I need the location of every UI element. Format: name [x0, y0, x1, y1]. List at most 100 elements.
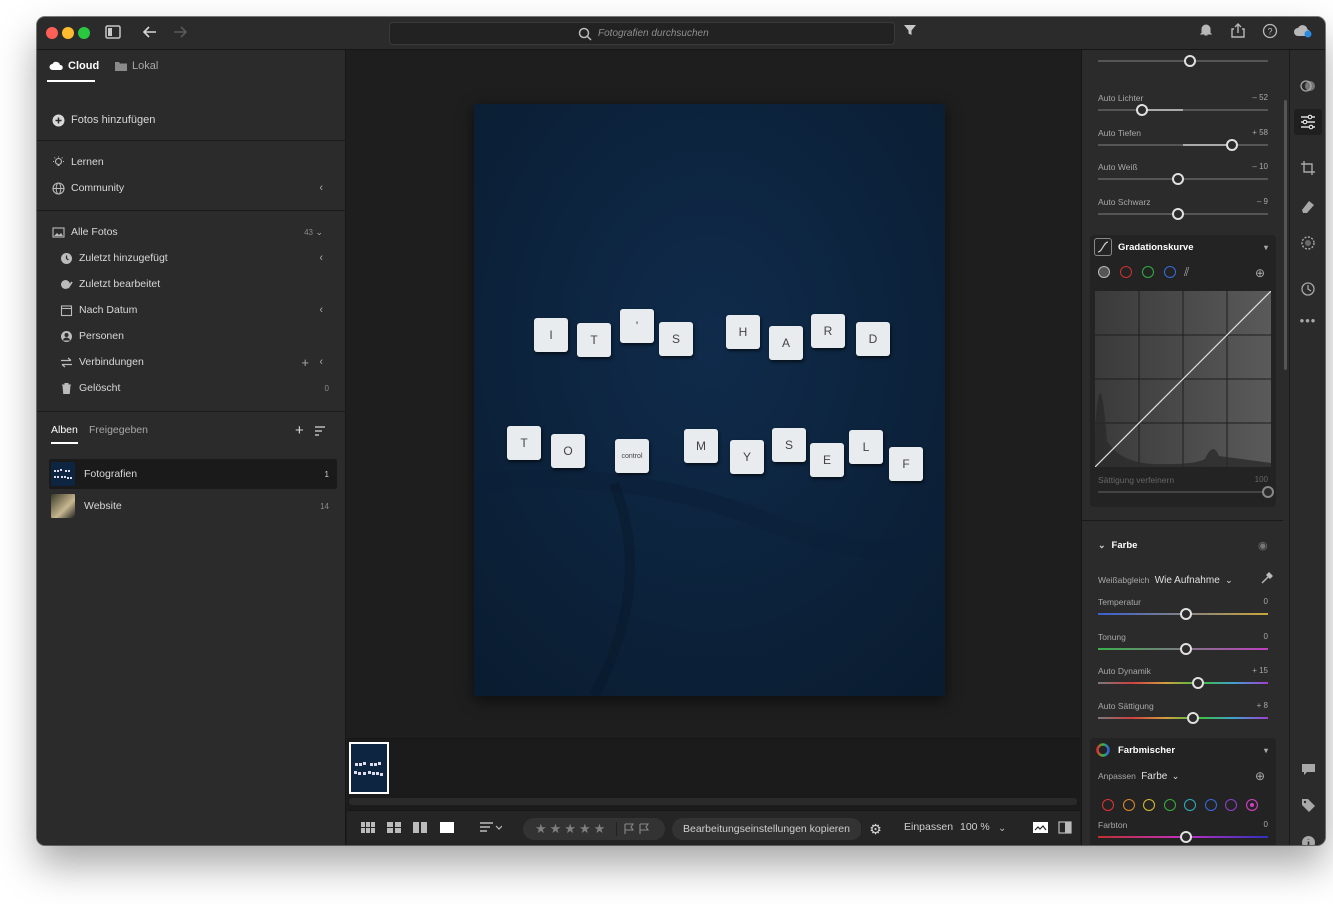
comments-icon[interactable] — [1299, 762, 1317, 780]
rating-stars[interactable]: ★★★★★ — [535, 821, 608, 837]
tab-lokal[interactable]: Lokal — [115, 60, 158, 72]
help-icon[interactable]: ? — [1260, 23, 1280, 43]
top-partial-slider[interactable] — [1098, 50, 1268, 68]
adjustment-slider[interactable]: Auto Weiß – 10 — [1098, 162, 1268, 186]
visibility-eye-icon[interactable]: ◉ — [1258, 539, 1268, 552]
minimize-window-button[interactable] — [62, 27, 74, 39]
white-balance-dropdown[interactable]: Wie Aufnahme — [1155, 575, 1220, 586]
keyword-tag-icon[interactable] — [1299, 798, 1317, 816]
star-rating[interactable]: ★★★★★ — [523, 818, 665, 840]
more-options-icon[interactable]: ••• — [1299, 312, 1317, 330]
filter-icon[interactable] — [900, 23, 920, 43]
adjustment-slider[interactable]: Auto Dynamik + 15 — [1098, 666, 1268, 690]
chevron-down-icon[interactable]: ⌄ — [1225, 575, 1233, 585]
tab-albums[interactable]: Alben — [51, 424, 78, 436]
color-swatch[interactable] — [1143, 799, 1155, 811]
sidebar-item-all-photos[interactable]: Alle Fotos 43 ⌄ — [51, 222, 335, 242]
copy-settings-gear-icon[interactable]: ⚙ — [861, 818, 889, 840]
forward-arrow-icon[interactable] — [170, 23, 190, 43]
sort-albums-icon[interactable] — [314, 425, 327, 440]
search-input[interactable] — [598, 25, 878, 42]
adjustment-slider[interactable]: Tonung 0 — [1098, 632, 1268, 656]
add-photos-button[interactable]: Fotos hinzufügen — [51, 110, 335, 130]
color-swatch[interactable] — [1184, 799, 1196, 811]
target-adjust-icon[interactable]: ⊕ — [1255, 266, 1265, 280]
slider-knob[interactable] — [1171, 173, 1184, 185]
color-section-header[interactable]: ⌄ Farbe — [1098, 540, 1137, 551]
adjustment-slider[interactable]: Auto Lichter – 52 — [1098, 93, 1268, 117]
tab-shared[interactable]: Freigegeben — [89, 424, 148, 436]
split-view-icon[interactable] — [1058, 821, 1073, 836]
panel-menu-caret-icon[interactable]: ▾ — [1264, 746, 1268, 755]
color-swatch[interactable] — [1102, 799, 1114, 811]
blue-channel-icon[interactable] — [1164, 266, 1176, 278]
chevron-left-icon[interactable]: ‹ — [319, 182, 323, 194]
color-swatch[interactable] — [1122, 799, 1135, 811]
scrollbar-thumb[interactable] — [1284, 100, 1287, 370]
tab-cloud[interactable]: Cloud — [49, 60, 99, 72]
chevron-left-icon[interactable]: ‹ — [319, 304, 323, 316]
before-after-toggle-icon[interactable] — [1033, 821, 1049, 836]
crop-icon[interactable] — [1299, 160, 1317, 178]
album-item-website[interactable]: Website 14 — [49, 491, 337, 521]
sidebar-item-by-date[interactable]: Nach Datum ‹ — [59, 300, 335, 320]
tone-curve-graph[interactable] — [1095, 291, 1271, 467]
photo-preview[interactable]: I T ' S H A R D T O control M Y S E L F — [474, 104, 945, 696]
color-mixer-header[interactable]: Farbmischer ▾ — [1090, 738, 1276, 762]
chevron-left-icon[interactable]: ‹ — [319, 356, 323, 368]
filmstrip-scrollbar[interactable] — [349, 798, 1077, 805]
grid-large-view-icon[interactable] — [387, 821, 402, 836]
slider-knob[interactable] — [1183, 55, 1196, 67]
sidebar-item-people[interactable]: Personen — [59, 326, 335, 346]
slider-knob[interactable] — [1180, 642, 1193, 655]
color-swatch[interactable] — [1245, 799, 1258, 811]
presets-icon[interactable] — [1299, 78, 1317, 96]
slider-knob[interactable] — [1187, 711, 1200, 724]
sidebar-item-connections[interactable]: Verbindungen + ‹ — [59, 352, 335, 372]
detail-view-icon[interactable] — [440, 821, 455, 836]
filmstrip-thumbnail[interactable] — [349, 742, 389, 794]
chevron-down-icon[interactable]: ⌄ — [315, 227, 323, 238]
panel-menu-caret-icon[interactable]: ▾ — [1264, 243, 1268, 252]
chevron-left-icon[interactable]: ‹ — [319, 252, 323, 264]
back-arrow-icon[interactable] — [140, 23, 160, 43]
slider-track[interactable] — [1098, 682, 1268, 684]
cloud-sync-icon[interactable] — [1293, 23, 1313, 43]
sidebar-item-recently-added[interactable]: Zuletzt hinzugefügt ‹ — [59, 248, 335, 268]
healing-eraser-icon[interactable] — [1299, 198, 1317, 216]
notifications-bell-icon[interactable] — [1196, 23, 1216, 43]
slider-track[interactable] — [1098, 109, 1268, 111]
sidebar-item-recently-edited[interactable]: Zuletzt bearbeitet — [59, 274, 335, 294]
adjustment-slider[interactable]: Auto Sättigung + 8 — [1098, 701, 1268, 725]
color-swatch[interactable] — [1204, 799, 1217, 811]
add-album-plus-icon[interactable]: + — [295, 422, 304, 439]
zoom-window-button[interactable] — [78, 27, 90, 39]
fit-label[interactable]: Einpassen — [904, 821, 953, 833]
search-box[interactable] — [389, 22, 895, 45]
close-window-button[interactable] — [46, 27, 58, 39]
info-icon[interactable] — [1299, 835, 1317, 845]
adjust-dropdown[interactable]: Farbe — [1141, 771, 1167, 782]
green-channel-icon[interactable] — [1142, 266, 1154, 278]
copy-edit-settings-button[interactable]: Bearbeitungseinstellungen kopieren — [672, 818, 862, 840]
adjustment-slider[interactable]: Auto Tiefen + 58 — [1098, 128, 1268, 152]
slider-knob[interactable] — [1136, 104, 1149, 116]
chevron-down-icon[interactable]: ⌄ — [1172, 771, 1180, 781]
zoom-chevron-down-icon[interactable]: ⌄ — [998, 821, 1006, 836]
rgb-channel-icon[interactable] — [1098, 266, 1110, 278]
zoom-level[interactable]: 100 % — [960, 821, 990, 833]
masking-icon[interactable] — [1299, 235, 1317, 253]
adjustment-slider[interactable]: Temperatur 0 — [1098, 597, 1268, 621]
eyedropper-icon[interactable] — [1260, 572, 1273, 588]
target-adjust-icon[interactable]: ⊕ — [1255, 769, 1265, 783]
edit-sliders-icon[interactable] — [1294, 109, 1322, 135]
slider-knob[interactable] — [1180, 608, 1193, 620]
slider-track[interactable] — [1098, 716, 1268, 719]
color-swatch[interactable] — [1163, 799, 1176, 811]
slider-knob[interactable] — [1262, 486, 1274, 498]
flag-icons[interactable] — [623, 823, 653, 835]
sidebar-item-community[interactable]: Community ‹ — [51, 178, 335, 198]
sort-icon[interactable] — [480, 821, 503, 836]
sidebar-item-learn[interactable]: Lernen — [51, 152, 335, 172]
share-icon[interactable] — [1228, 23, 1248, 43]
